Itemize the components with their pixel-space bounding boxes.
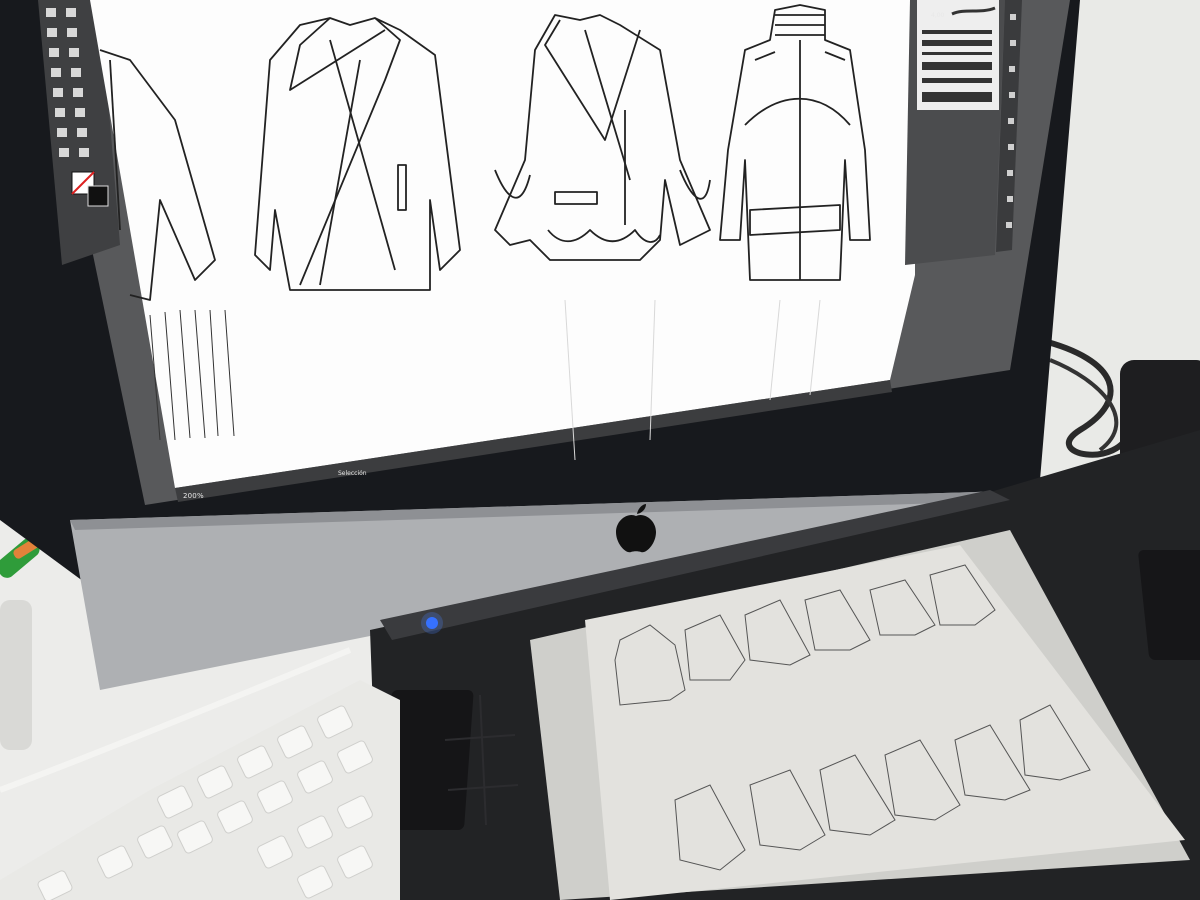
current-tool-label: Selección (338, 470, 367, 477)
stroke-swatch[interactable] (87, 185, 109, 207)
stroke-size-label: 4,00 (931, 12, 945, 19)
zoom-level[interactable]: 200% (183, 492, 204, 500)
photo-scene (0, 0, 1200, 900)
pen-holder (0, 600, 32, 750)
